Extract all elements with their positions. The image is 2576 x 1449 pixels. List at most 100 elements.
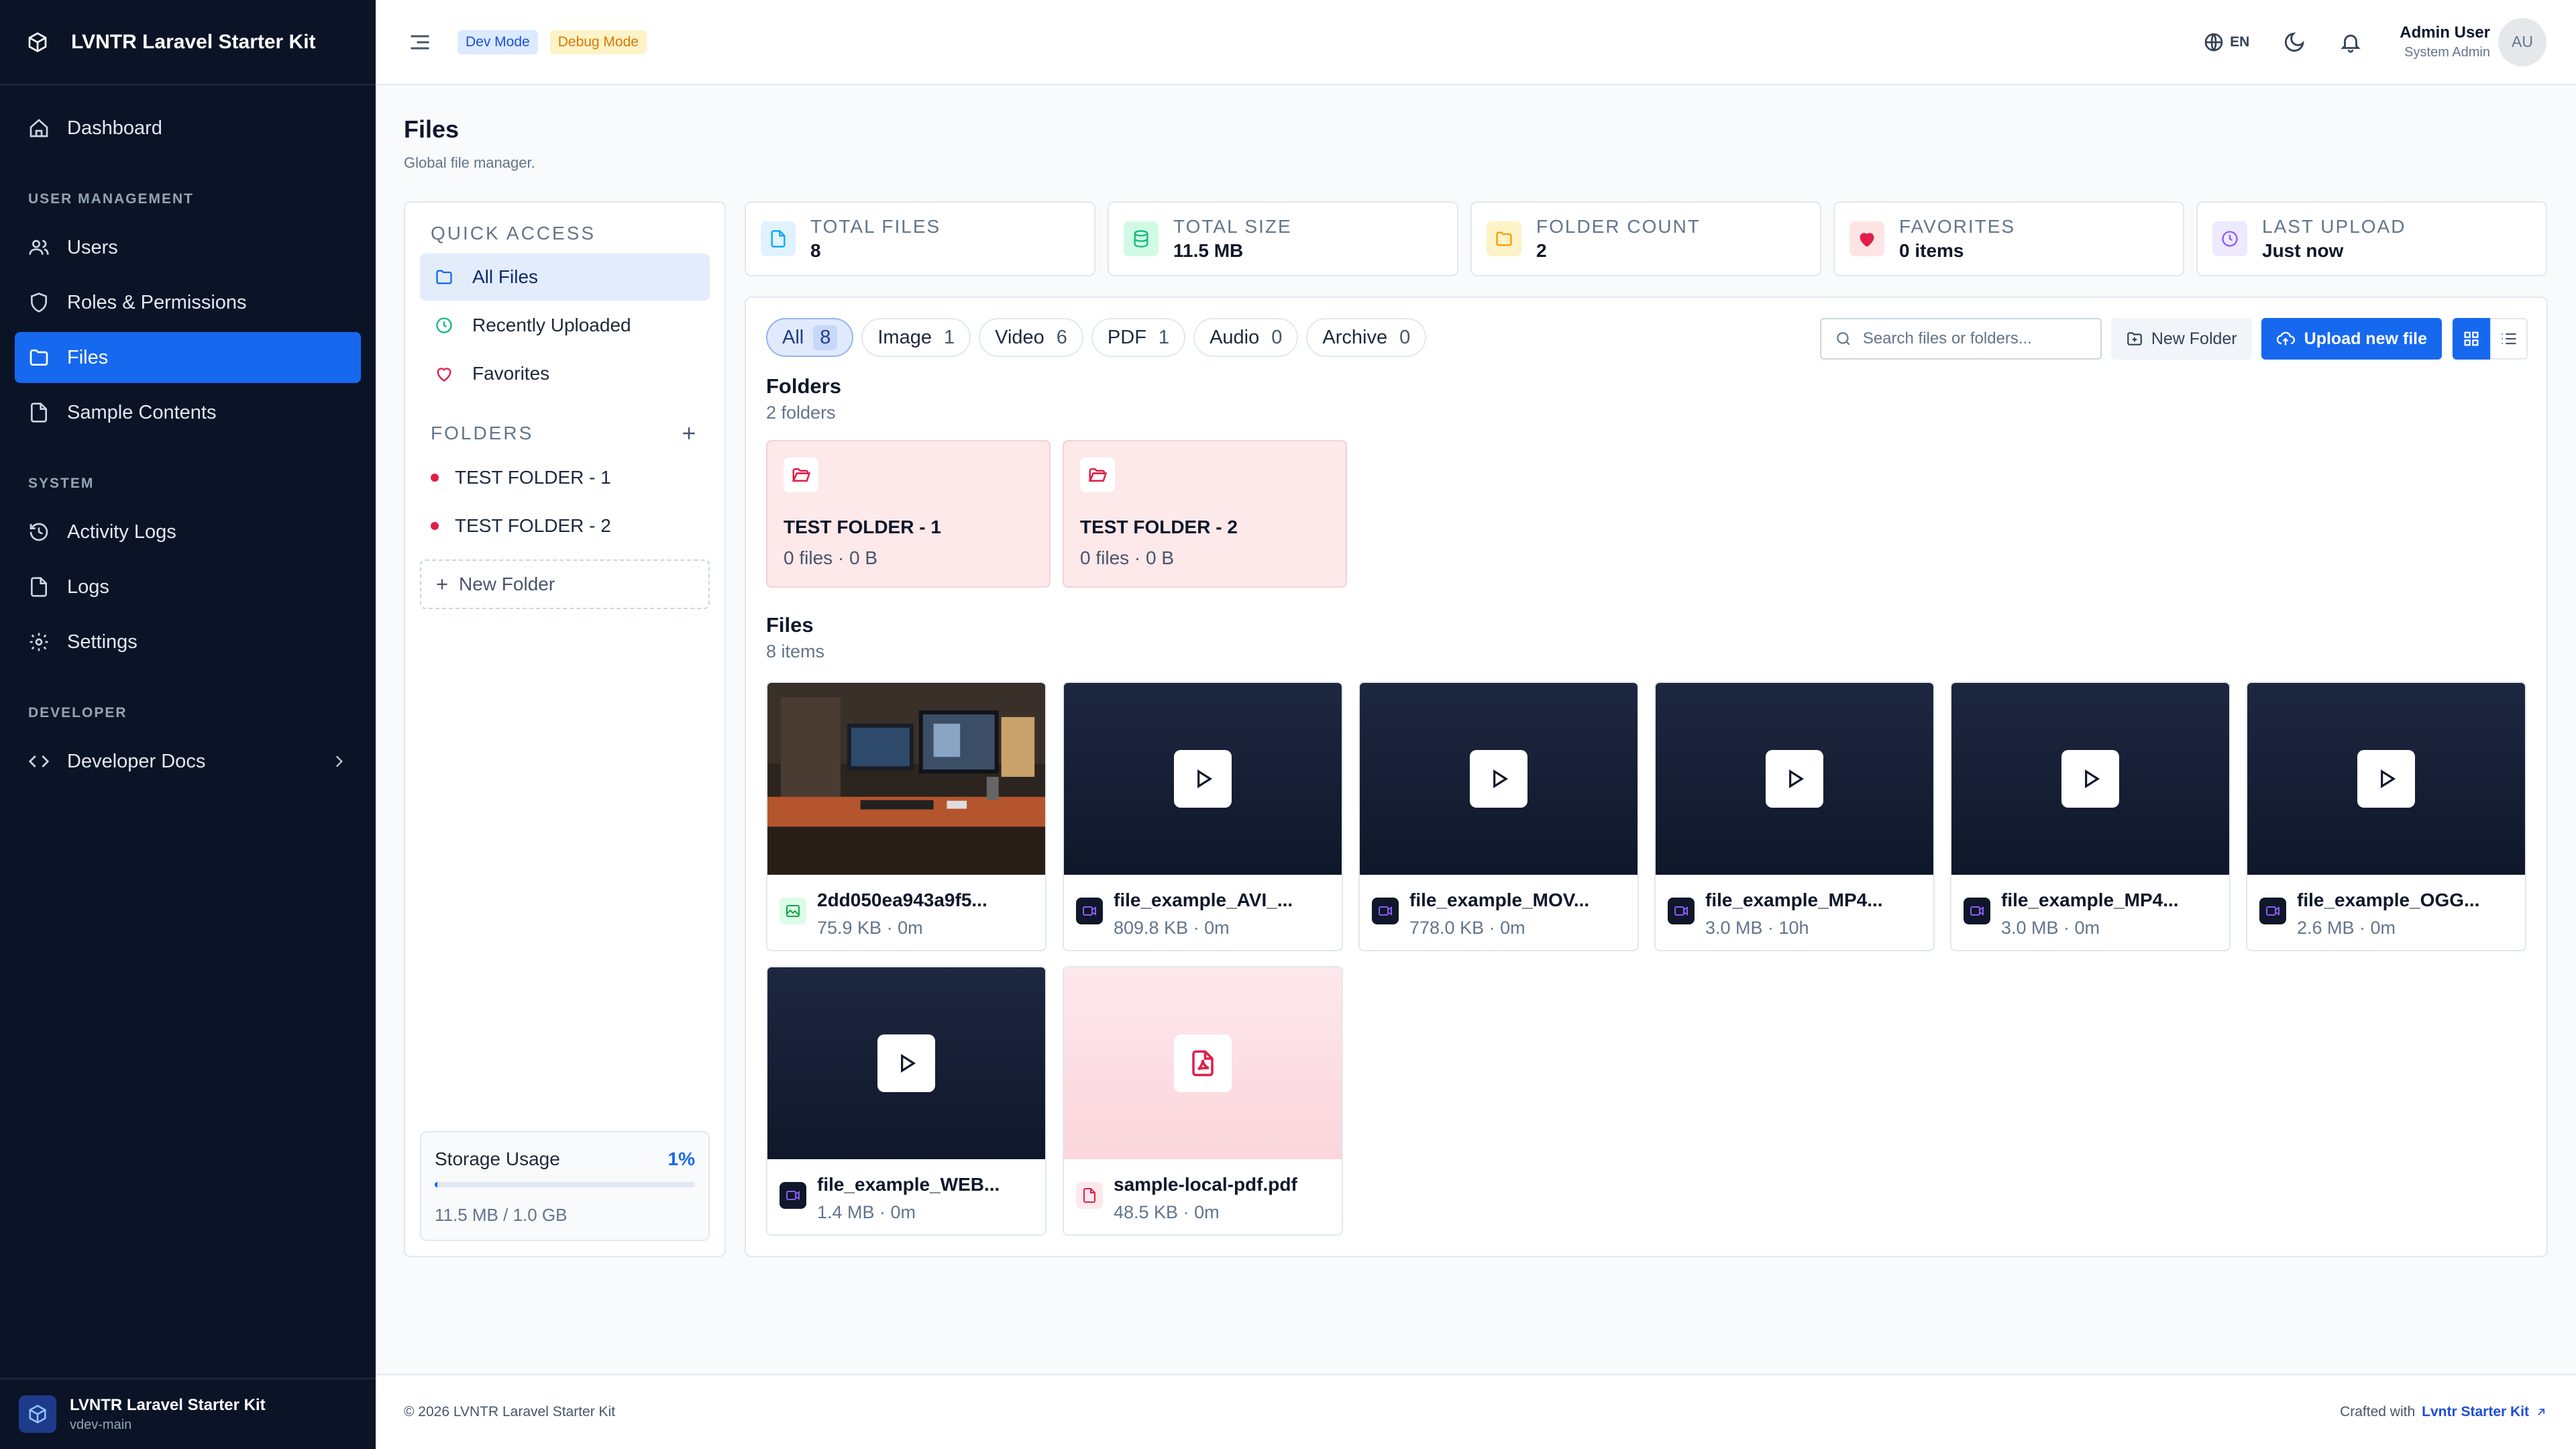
search-placeholder: Search files or folders...: [1862, 329, 2032, 347]
sidebar-item-logs[interactable]: Logs: [15, 561, 361, 612]
file-meta: 1.4 MB · 0m: [817, 1202, 916, 1222]
cube-logo-icon: [19, 1395, 56, 1433]
filter-chip-archive[interactable]: Archive 0: [1306, 318, 1427, 357]
filter-label: All: [782, 326, 804, 348]
file-name: file_example_WEB...: [817, 1174, 1000, 1195]
section-developer: DEVELOPER: [28, 705, 127, 720]
history-icon: [30, 523, 48, 541]
file-card[interactable]: sample-local-pdf.pdf 48.5 KB · 0m: [1063, 966, 1343, 1236]
video-file-icon: [1964, 898, 1990, 924]
moon-icon[interactable]: [2283, 31, 2306, 54]
stat-label: TOTAL FILES: [810, 216, 941, 237]
filter-chip-all[interactable]: All 8: [766, 318, 854, 357]
cube-logo-icon: [28, 32, 47, 52]
sidebar-item-settings[interactable]: Settings: [15, 616, 361, 667]
folder-card[interactable]: TEST FOLDER - 2 0 files · 0 B: [1063, 440, 1347, 588]
stat-value: 8: [810, 240, 821, 261]
stat-value: Just now: [2262, 240, 2344, 261]
clock-icon: [436, 317, 452, 333]
file-card[interactable]: file_example_MP4... 3.0 MB · 0m: [1950, 682, 2231, 951]
folder-card[interactable]: TEST FOLDER - 1 0 files · 0 B: [766, 440, 1051, 588]
file-card[interactable]: 2dd050ea943a9f5... 75.9 KB · 0m: [766, 682, 1046, 951]
quick-access-recently-uploaded[interactable]: Recently Uploaded: [420, 302, 710, 349]
footer-branch: vdev-main: [70, 1417, 132, 1432]
folder-color-dot: [431, 522, 439, 530]
folder-plus-icon: [2127, 332, 2142, 345]
file-card[interactable]: file_example_AVI_... 809.8 KB · 0m: [1063, 682, 1343, 951]
files-section-title: Files: [766, 613, 814, 637]
sidebar-item-developer-docs[interactable]: Developer Docs: [15, 736, 361, 787]
menu-toggle-icon[interactable]: [408, 30, 432, 54]
folder-list-item[interactable]: TEST FOLDER - 2: [420, 502, 710, 550]
file-icon: [31, 577, 47, 597]
stat-value: 11.5 MB: [1173, 240, 1244, 261]
quick-access-all-files[interactable]: All Files: [420, 254, 710, 301]
video-file-icon: [1668, 898, 1695, 924]
database-icon: [1124, 221, 1159, 256]
filter-count: 1: [943, 326, 955, 348]
external-link-icon: [2538, 1409, 2544, 1415]
filter-chip-image[interactable]: Image 1: [861, 318, 971, 357]
file-card[interactable]: file_example_MP4... 3.0 MB · 10h: [1654, 682, 1935, 951]
sidebar-item-roles[interactable]: Roles & Permissions: [15, 277, 361, 328]
sidebar-item-users[interactable]: Users: [15, 222, 361, 273]
video-file-icon: [1076, 898, 1103, 924]
file-meta: 3.0 MB · 0m: [2001, 918, 2100, 938]
filter-chip-audio[interactable]: Audio 0: [1193, 318, 1299, 357]
sidebar-nav: Dashboard USER MANAGEMENT Users Roles & …: [0, 103, 376, 787]
stat-label: TOTAL SIZE: [1173, 216, 1292, 237]
sidebar-item-label: Files: [67, 346, 109, 368]
file-card[interactable]: file_example_MOV... 778.0 KB · 0m: [1358, 682, 1639, 951]
globe-icon: [2204, 33, 2223, 51]
grid-icon: [2464, 331, 2479, 346]
user-info[interactable]: Admin User System Admin: [2400, 23, 2490, 60]
new-folder-button[interactable]: New Folder: [2110, 318, 2252, 360]
new-folder-button[interactable]: New Folder: [420, 559, 710, 609]
file-name: file_example_OGG...: [2297, 890, 2480, 910]
brand-name: LVNTR Laravel Starter Kit: [71, 30, 316, 53]
page-subtitle: Global file manager.: [404, 154, 535, 171]
quick-access-favorites[interactable]: Favorites: [420, 350, 710, 397]
files-section-count: 8 items: [766, 641, 825, 661]
sidebar-item-label: Users: [67, 236, 118, 258]
cloud-upload-icon: [2276, 331, 2295, 345]
filter-chip-video[interactable]: Video 6: [979, 318, 1083, 357]
file-name: sample-local-pdf.pdf: [1114, 1174, 1297, 1195]
play-icon: [877, 1034, 935, 1092]
file-name: file_example_MP4...: [1705, 890, 1883, 910]
footer-link[interactable]: Lvntr Starter Kit: [2422, 1404, 2529, 1420]
bell-icon[interactable]: [2339, 31, 2362, 54]
storage-percent: 1%: [667, 1148, 695, 1169]
view-toggle: [2453, 318, 2528, 360]
footer-app-name: LVNTR Laravel Starter Kit: [70, 1395, 266, 1414]
search-input[interactable]: Search files or folders...: [1819, 318, 2102, 360]
brand[interactable]: LVNTR Laravel Starter Kit: [0, 0, 376, 85]
sidebar-item-label: Roles & Permissions: [67, 291, 247, 313]
gear-icon: [30, 633, 48, 651]
language-switcher[interactable]: EN: [2203, 32, 2249, 53]
file-card[interactable]: file_example_OGG... 2.6 MB · 0m: [2246, 682, 2526, 951]
heart-icon: [437, 368, 451, 382]
add-folder-icon[interactable]: [679, 423, 699, 443]
upload-button[interactable]: Upload new file: [2261, 318, 2442, 360]
play-icon: [1174, 750, 1232, 808]
user-name: Admin User: [2400, 23, 2490, 42]
file-card[interactable]: file_example_WEB... 1.4 MB · 0m: [766, 966, 1046, 1236]
filter-chip-pdf[interactable]: PDF 1: [1091, 318, 1186, 357]
sidebar-item-sample-contents[interactable]: Sample Contents: [15, 387, 361, 438]
file-meta: 48.5 KB · 0m: [1114, 1202, 1220, 1222]
list-view-button[interactable]: [2490, 318, 2528, 360]
grid-view-button[interactable]: [2453, 318, 2490, 360]
filter-count: 1: [1158, 326, 1170, 348]
stat-value: 0 items: [1899, 240, 1964, 261]
sidebar-item-files[interactable]: Files: [15, 332, 361, 383]
avatar[interactable]: AU: [2498, 17, 2546, 66]
folder-list-item[interactable]: TEST FOLDER - 1: [420, 453, 710, 502]
video-thumbnail: [1064, 683, 1342, 875]
sidebar-item-dashboard[interactable]: Dashboard: [15, 103, 361, 154]
file-name: file_example_MP4...: [2001, 890, 2179, 910]
folders-section-count: 2 folders: [766, 402, 836, 423]
sidebar-item-activity-logs[interactable]: Activity Logs: [15, 506, 361, 557]
new-folder-label: New Folder: [459, 574, 555, 594]
file-name: file_example_MOV...: [1409, 890, 1590, 910]
